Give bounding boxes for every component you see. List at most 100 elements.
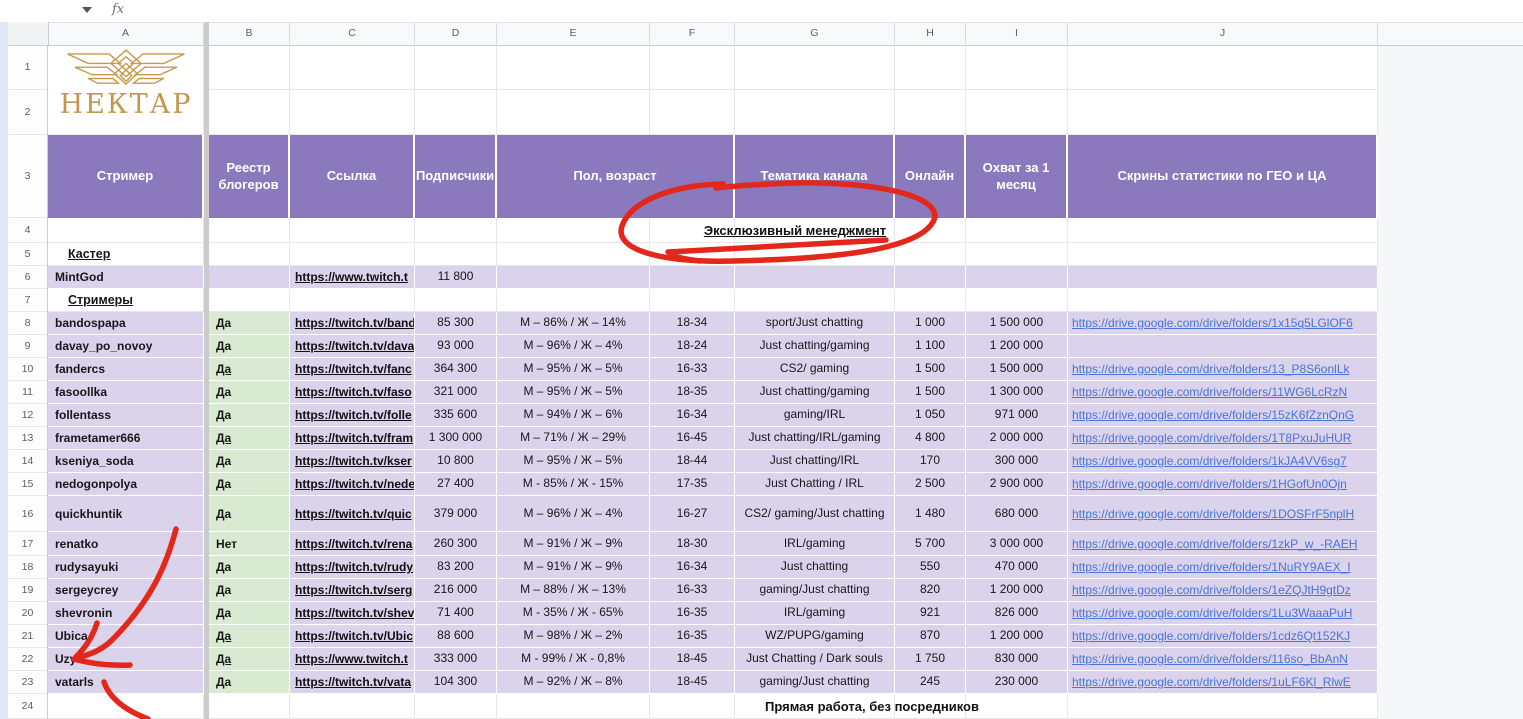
cell-D4[interactable] xyxy=(415,218,497,243)
row-header-23[interactable]: 23 xyxy=(8,671,47,694)
cell-H19-online[interactable]: 820 xyxy=(895,579,966,602)
cell-B24[interactable] xyxy=(209,694,290,719)
cell-G9-theme[interactable]: Just chatting/gaming xyxy=(735,335,895,358)
cell-J5[interactable] xyxy=(1068,243,1378,266)
cell-I12-reach[interactable]: 971 000 xyxy=(966,404,1068,427)
table-header-B[interactable]: Реестр блогеров xyxy=(209,135,290,218)
cell-J1[interactable] xyxy=(1068,45,1378,90)
cell-G16-theme[interactable]: CS2/ gaming/Just chatting xyxy=(735,496,895,532)
cell-F19-age[interactable]: 16-33 xyxy=(650,579,735,602)
column-header-H[interactable]: H xyxy=(895,22,966,44)
table-header-A[interactable]: Стример xyxy=(48,135,204,218)
cell-J24[interactable] xyxy=(1068,694,1378,719)
cell-A20-streamer-name[interactable]: shevronin xyxy=(48,602,204,625)
cell-C13-twitch-link[interactable]: https://twitch.tv/fram xyxy=(290,427,415,450)
section-caster[interactable]: Кастер xyxy=(48,243,204,266)
cell-C23-twitch-link[interactable]: https://twitch.tv/vata xyxy=(290,671,415,694)
row-header-9[interactable]: 9 xyxy=(8,335,47,358)
cell-G12-theme[interactable]: gaming/IRL xyxy=(735,404,895,427)
cell-C16-twitch-link[interactable]: https://twitch.tv/quic xyxy=(290,496,415,532)
cell-A22-streamer-name[interactable]: Uzya xyxy=(48,648,204,671)
row-header-1[interactable]: 1 xyxy=(8,45,47,90)
cell-B20-registry[interactable]: Да xyxy=(209,602,290,625)
cell-I23-reach[interactable]: 230 000 xyxy=(966,671,1068,694)
cell-I1[interactable] xyxy=(966,45,1068,90)
cell-E21-gender[interactable]: М – 98% / Ж – 2% xyxy=(497,625,650,648)
row-header-13[interactable]: 13 xyxy=(8,427,47,450)
table-header-D[interactable]: Подписчики xyxy=(415,135,497,218)
column-header-A[interactable]: A xyxy=(48,22,204,44)
cell-E15-gender[interactable]: М - 85% / Ж - 15% xyxy=(497,473,650,496)
cell-G17-theme[interactable]: IRL/gaming xyxy=(735,532,895,556)
cell-D17-subscribers[interactable]: 260 300 xyxy=(415,532,497,556)
row-header-21[interactable]: 21 xyxy=(8,625,47,648)
cell-A11-streamer-name[interactable]: fasoollka xyxy=(48,381,204,404)
cell-I9-reach[interactable]: 1 200 000 xyxy=(966,335,1068,358)
cell-J2[interactable] xyxy=(1068,90,1378,135)
table-header-H[interactable]: Онлайн xyxy=(895,135,966,218)
cell-C5[interactable] xyxy=(290,243,415,266)
cell-I13-reach[interactable]: 2 000 000 xyxy=(966,427,1068,450)
cell-C8-twitch-link[interactable]: https://twitch.tv/band xyxy=(290,312,415,335)
cell-H23-online[interactable]: 245 xyxy=(895,671,966,694)
cell-A15-streamer-name[interactable]: nedogonpolya xyxy=(48,473,204,496)
column-header-I[interactable]: I xyxy=(966,22,1068,44)
cell-G21-theme[interactable]: WZ/PUPG/gaming xyxy=(735,625,895,648)
cell-F16-age[interactable]: 16-27 xyxy=(650,496,735,532)
cell-J23-drive-link[interactable]: https://drive.google.com/drive/folders/1… xyxy=(1068,671,1378,694)
table-header-EF[interactable]: Пол, возраст xyxy=(497,135,735,218)
cell-C2[interactable] xyxy=(290,90,415,135)
row-header-12[interactable]: 12 xyxy=(8,404,47,427)
cell-A13-streamer-name[interactable]: frametamer666 xyxy=(48,427,204,450)
cell-E24[interactable] xyxy=(497,694,650,719)
cell-E16-gender[interactable]: М – 96% / Ж – 4% xyxy=(497,496,650,532)
cell-F5[interactable] xyxy=(650,243,735,266)
cell-J15-drive-link[interactable]: https://drive.google.com/drive/folders/1… xyxy=(1068,473,1378,496)
cell-C17-twitch-link[interactable]: https://twitch.tv/rena xyxy=(290,532,415,556)
cell-H14-online[interactable]: 170 xyxy=(895,450,966,473)
cell-F13-age[interactable]: 16-45 xyxy=(650,427,735,450)
cell-F14-age[interactable]: 18-44 xyxy=(650,450,735,473)
cell-I21-reach[interactable]: 1 200 000 xyxy=(966,625,1068,648)
cell-E19-gender[interactable]: М – 88% / Ж – 13% xyxy=(497,579,650,602)
namebox-dropdown-icon[interactable] xyxy=(82,7,92,13)
cell-A24[interactable] xyxy=(48,694,204,719)
cell-F7[interactable] xyxy=(650,289,735,312)
column-header-G[interactable]: G xyxy=(735,22,895,44)
cell-C4[interactable] xyxy=(290,218,415,243)
cell-J13-drive-link[interactable]: https://drive.google.com/drive/folders/1… xyxy=(1068,427,1378,450)
cell-I15-reach[interactable]: 2 900 000 xyxy=(966,473,1068,496)
cell-C19-twitch-link[interactable]: https://twitch.tv/serg xyxy=(290,579,415,602)
cell-E13-gender[interactable]: М – 71% / Ж – 29% xyxy=(497,427,650,450)
cell-H6[interactable] xyxy=(895,266,966,289)
cell-D8-subscribers[interactable]: 85 300 xyxy=(415,312,497,335)
cell-G19-theme[interactable]: gaming/Just chatting xyxy=(735,579,895,602)
cell-A21-streamer-name[interactable]: Ubica xyxy=(48,625,204,648)
row-header-17[interactable]: 17 xyxy=(8,532,47,556)
column-header-E[interactable]: E xyxy=(497,22,650,44)
cell-I17-reach[interactable]: 3 000 000 xyxy=(966,532,1068,556)
row-header-6[interactable]: 6 xyxy=(8,266,47,289)
cell-C1[interactable] xyxy=(290,45,415,90)
cell-H15-online[interactable]: 2 500 xyxy=(895,473,966,496)
cell-C12-twitch-link[interactable]: https://twitch.tv/folle xyxy=(290,404,415,427)
cell-D15-subscribers[interactable]: 27 400 xyxy=(415,473,497,496)
cell-A16-streamer-name[interactable]: quickhuntik xyxy=(48,496,204,532)
column-header-D[interactable]: D xyxy=(415,22,497,44)
cell-G4[interactable] xyxy=(735,218,895,243)
cell-D23-subscribers[interactable]: 104 300 xyxy=(415,671,497,694)
cell-G22-theme[interactable]: Just Chatting / Dark souls xyxy=(735,648,895,671)
cell-J14-drive-link[interactable]: https://drive.google.com/drive/folders/1… xyxy=(1068,450,1378,473)
cell-I14-reach[interactable]: 300 000 xyxy=(966,450,1068,473)
row-header-15[interactable]: 15 xyxy=(8,473,47,496)
cell-H16-online[interactable]: 1 480 xyxy=(895,496,966,532)
cell-I6[interactable] xyxy=(966,266,1068,289)
cell-G23-theme[interactable]: gaming/Just chatting xyxy=(735,671,895,694)
cell-C14-twitch-link[interactable]: https://twitch.tv/kser xyxy=(290,450,415,473)
cell-F20-age[interactable]: 16-35 xyxy=(650,602,735,625)
cell-H10-online[interactable]: 1 500 xyxy=(895,358,966,381)
cell-A19-streamer-name[interactable]: sergeycrey xyxy=(48,579,204,602)
cell-G11-theme[interactable]: Just chatting/gaming xyxy=(735,381,895,404)
cell-E18-gender[interactable]: М – 91% / Ж – 9% xyxy=(497,556,650,579)
cell-G20-theme[interactable]: IRL/gaming xyxy=(735,602,895,625)
